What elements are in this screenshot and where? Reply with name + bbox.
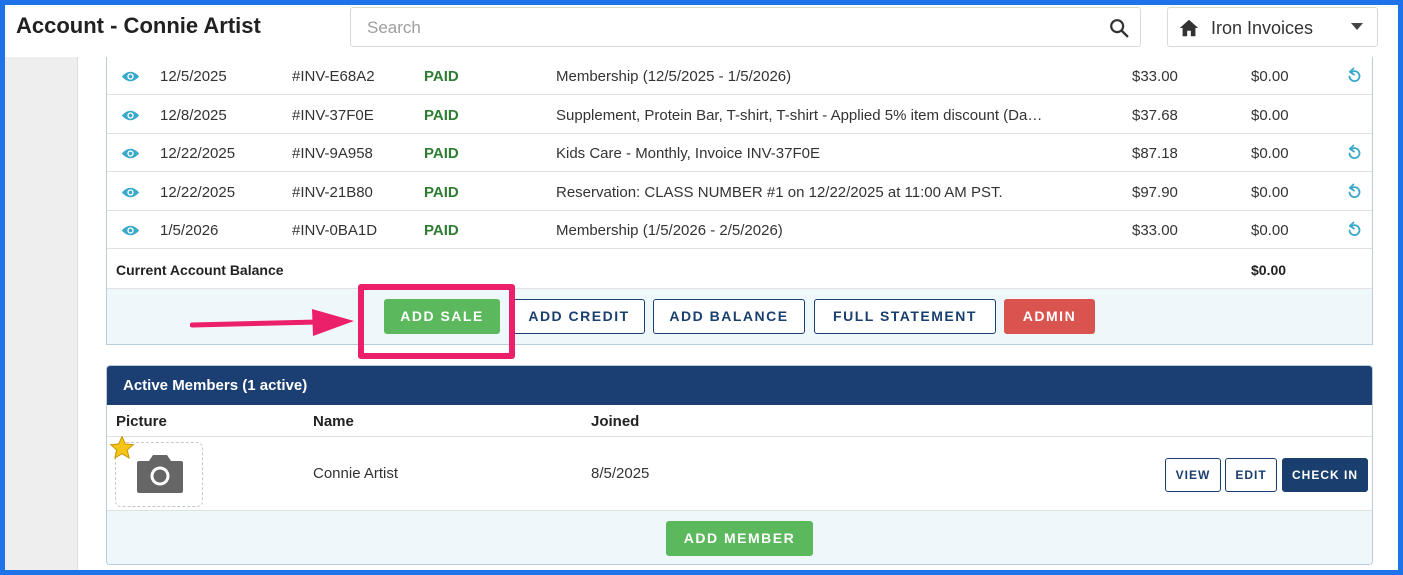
- add-credit-button[interactable]: ADD CREDIT: [513, 299, 645, 334]
- star-icon: [109, 435, 135, 460]
- invoice-row: 12/22/2025 #INV-9A958 PAID Kids Care - Mont…: [107, 134, 1372, 173]
- chevron-down-icon: [1351, 23, 1363, 30]
- invoice-date: 12/22/2025: [160, 183, 236, 201]
- location-label: Iron Invoices: [1211, 18, 1314, 38]
- highlight-annotation: [358, 284, 515, 359]
- invoice-row: 12/5/2025 #INV-E68A2 PAID Membership (12/5/…: [107, 57, 1372, 95]
- invoice-number[interactable]: #INV-9A958: [292, 145, 373, 162]
- invoice-balance: $0.00: [1251, 183, 1289, 201]
- invoice-amount: $37.68: [1132, 106, 1178, 124]
- member-row: Connie Artist 8/5/2025 VIEW EDIT CHECK I…: [107, 435, 1372, 511]
- invoice-date: 12/22/2025: [160, 145, 236, 163]
- column-picture: Picture: [116, 413, 167, 430]
- eye-icon[interactable]: [121, 109, 140, 122]
- eye-icon[interactable]: [121, 186, 140, 199]
- invoice-date: 1/5/2026: [160, 222, 219, 240]
- left-sidebar: [5, 57, 78, 570]
- invoice-row: 12/22/2025 #INV-21B80 PAID Reservation: CLA…: [107, 173, 1372, 211]
- member-joined: 8/5/2025: [591, 465, 650, 482]
- balance-value: $0.00: [1251, 262, 1287, 278]
- search-icon[interactable]: [1108, 17, 1130, 39]
- home-icon: [1179, 19, 1199, 37]
- active-members-panel: Active Members (1 active) Picture Name J…: [106, 365, 1373, 565]
- app-window: Account - Connie Artist Iron Invoices 12…: [5, 5, 1398, 570]
- invoice-description: Supplement, Protein Bar, T-shirt, T-shir…: [556, 106, 1043, 124]
- admin-button[interactable]: ADMIN: [1004, 299, 1095, 334]
- top-bar: Account - Connie Artist Iron Invoices: [5, 5, 1398, 57]
- invoice-number[interactable]: #INV-0BA1D: [292, 222, 377, 239]
- eye-icon[interactable]: [121, 224, 140, 237]
- eye-icon[interactable]: [121, 70, 140, 83]
- edit-member-button[interactable]: EDIT: [1225, 458, 1277, 492]
- refund-icon[interactable]: [1346, 221, 1362, 239]
- invoice-status: PAID: [424, 145, 459, 163]
- column-name: Name: [313, 413, 354, 430]
- member-name: Connie Artist: [313, 465, 399, 482]
- invoice-number[interactable]: #INV-21B80: [292, 184, 373, 201]
- invoice-row: 1/5/2026 #INV-0BA1D PAID Membership (1/5/20…: [107, 211, 1372, 250]
- eye-icon[interactable]: [121, 147, 140, 160]
- invoice-balance: $0.00: [1251, 145, 1289, 163]
- invoice-status: PAID: [424, 68, 459, 85]
- account-balance-row: Current Account Balance $0.00: [107, 250, 1372, 289]
- invoice-row: 12/8/2025 #INV-37F0E PAID Supplement, Prote…: [107, 96, 1372, 134]
- camera-icon: [137, 455, 183, 493]
- invoice-description: Kids Care - Monthly, Invoice INV-37F0E: [556, 145, 820, 163]
- members-footer: ADD MEMBER: [107, 511, 1372, 564]
- members-column-headers: Picture Name Joined: [107, 405, 1372, 437]
- refund-icon[interactable]: [1346, 67, 1362, 85]
- invoice-amount: $33.00: [1132, 68, 1178, 85]
- members-title: Active Members (1 active): [123, 377, 308, 394]
- page-title: Account - Connie Artist: [16, 13, 261, 38]
- view-member-button[interactable]: VIEW: [1165, 458, 1221, 492]
- invoice-description: Membership (1/5/2026 - 2/5/2026): [556, 222, 783, 240]
- invoice-balance: $0.00: [1251, 106, 1289, 124]
- balance-label: Current Account Balance: [116, 262, 284, 278]
- full-statement-button[interactable]: FULL STATEMENT: [814, 299, 996, 334]
- refund-icon[interactable]: [1346, 144, 1362, 162]
- search-box[interactable]: [350, 7, 1141, 47]
- invoice-status: PAID: [424, 222, 459, 240]
- add-member-button[interactable]: ADD MEMBER: [666, 521, 813, 556]
- invoice-panel: 12/5/2025 #INV-E68A2 PAID Membership (12/5/…: [106, 57, 1373, 345]
- members-header: Active Members (1 active): [107, 366, 1372, 405]
- add-balance-button[interactable]: ADD BALANCE: [653, 299, 805, 334]
- invoice-amount: $33.00: [1132, 222, 1178, 240]
- check-in-button[interactable]: CHECK IN: [1282, 458, 1368, 492]
- invoice-status: PAID: [424, 106, 459, 124]
- column-joined: Joined: [591, 413, 640, 430]
- invoice-number[interactable]: #INV-37F0E: [292, 107, 374, 124]
- invoice-amount: $97.90: [1132, 183, 1178, 201]
- search-input[interactable]: [367, 17, 1067, 39]
- invoice-date: 12/8/2025: [160, 106, 227, 124]
- invoice-description: Reservation: CLASS NUMBER #1 on 12/22/20…: [556, 183, 1003, 201]
- refund-icon[interactable]: [1346, 183, 1362, 201]
- invoice-status: PAID: [424, 183, 459, 201]
- invoice-date: 12/5/2025: [160, 68, 227, 85]
- invoice-balance: $0.00: [1251, 222, 1289, 240]
- invoice-amount: $87.18: [1132, 145, 1178, 163]
- invoice-description: Membership (12/5/2025 - 1/5/2026): [556, 68, 792, 85]
- invoice-number[interactable]: #INV-E68A2: [292, 68, 375, 85]
- arrow-icon: [190, 309, 354, 336]
- location-select[interactable]: Iron Invoices: [1167, 7, 1378, 47]
- invoice-balance: $0.00: [1251, 68, 1289, 85]
